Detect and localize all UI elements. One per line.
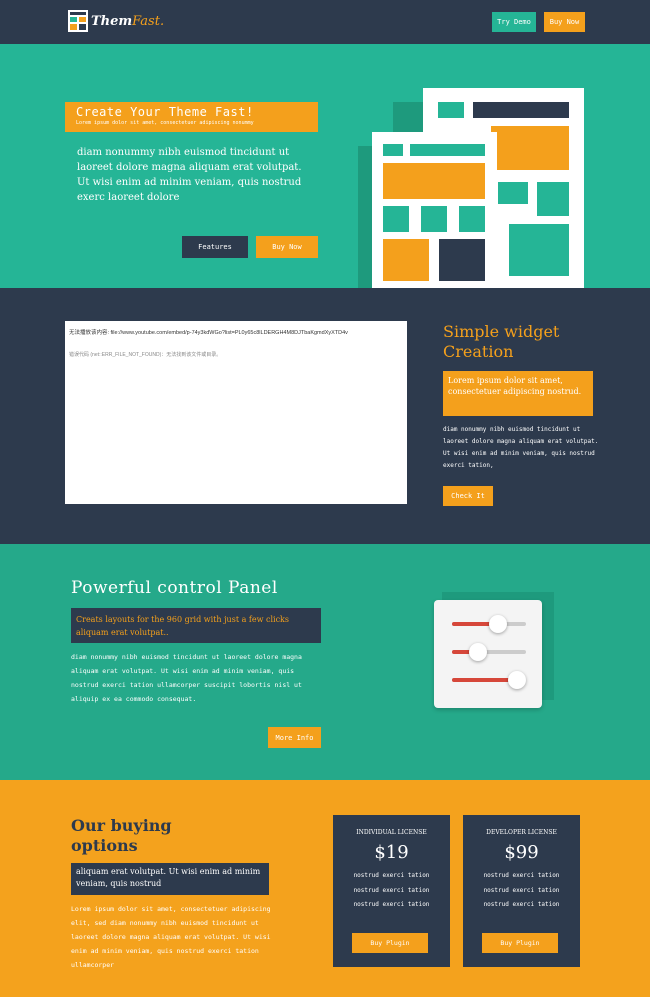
buying-description: Lorem ipsum dolor sit amet, consectetuer… — [71, 905, 271, 969]
card-feature: nostrud exerci tation — [483, 886, 560, 894]
widget-section: 无法播放该内容: file://www.youtube.com/embed/p-… — [0, 288, 650, 544]
individual-license-card: INDIVIDUAL LICENSE $19 nostrud exerci ta… — [333, 815, 450, 967]
card-feature: nostrud exerci tation — [353, 886, 430, 894]
buy-plugin-button[interactable]: Buy Plugin — [352, 933, 428, 953]
buying-title-line1: Our buying — [71, 816, 172, 835]
hero-title-banner: Create Your Theme Fast! Lorem ipsum dolo… — [65, 102, 318, 132]
panel-highlight: Creats layouts for the 960 grid with jus… — [71, 608, 321, 643]
slider-knob[interactable] — [508, 671, 527, 689]
top-nav: ThemFast. Try Demo Buy Now — [0, 0, 650, 44]
panel-title: Powerful control Panel — [71, 578, 278, 598]
slider-knob[interactable] — [468, 643, 487, 661]
developer-license-card: DEVELOPER LICENSE $99 nostrud exerci tat… — [463, 815, 580, 967]
slider-control[interactable] — [452, 643, 526, 661]
control-panel-section: Powerful control Panel Creats layouts fo… — [0, 544, 650, 780]
buying-highlight: aliquam erat volutpat. Ut wisi enim ad m… — [71, 863, 269, 895]
control-panel-illustration — [432, 592, 554, 712]
card-price: $19 — [374, 842, 409, 863]
hero-subtitle: Lorem ipsum dolor sit amet, consectetuer… — [76, 120, 254, 126]
panel-description: diam nonummy nibh euismod tincidunt ut l… — [71, 653, 302, 703]
hero-buy-now-button[interactable]: Buy Now — [256, 236, 318, 258]
slider-control[interactable] — [452, 615, 526, 633]
widget-highlight: Lorem ipsum dolor sit amet, consectetuer… — [443, 371, 593, 416]
buying-title-line2: options — [71, 836, 138, 855]
layout-illustration — [358, 88, 584, 290]
features-button[interactable]: Features — [182, 236, 248, 258]
more-info-button[interactable]: More Info — [268, 727, 321, 748]
hero-section: Create Your Theme Fast! Lorem ipsum dolo… — [0, 44, 650, 290]
card-feature: nostrud exerci tation — [353, 901, 430, 908]
video-error-code: 错误代码 (net::ERR_FILE_NOT_FOUND)：无法找到该文件或目… — [69, 352, 222, 358]
card-heading: INDIVIDUAL LICENSE — [356, 829, 427, 836]
brand-italic: Fast. — [132, 13, 165, 29]
widget-title: Simple widget Creation — [443, 322, 560, 361]
card-feature: nostrud exerci tation — [353, 872, 430, 879]
card-heading: DEVELOPER LICENSE — [486, 829, 557, 836]
buying-section: Our buying options aliquam erat volutpat… — [0, 780, 650, 997]
hero-title: Create Your Theme Fast! — [76, 105, 254, 119]
video-embed[interactable]: 无法播放该内容: file://www.youtube.com/embed/p-… — [65, 321, 407, 504]
brand-logo[interactable]: ThemFast. — [68, 10, 164, 32]
card-feature: nostrud exerci tation — [483, 901, 560, 908]
buying-title: Our buying options — [71, 816, 172, 856]
card-feature: nostrud exerci tation — [483, 872, 560, 879]
widget-description: diam nonummy nibh euismod tincidunt ut l… — [443, 426, 599, 469]
try-demo-button[interactable]: Try Demo — [492, 12, 536, 32]
nav-buy-now-button[interactable]: Buy Now — [544, 12, 585, 32]
check-it-button[interactable]: Check It — [443, 486, 493, 506]
brand-bold: Them — [91, 13, 133, 29]
logo-icon — [68, 10, 88, 32]
buy-plugin-button[interactable]: Buy Plugin — [482, 933, 558, 953]
slider-control[interactable] — [452, 671, 527, 689]
slider-knob[interactable] — [488, 615, 507, 633]
card-price: $99 — [504, 842, 539, 863]
video-error-message: 无法播放该内容: file://www.youtube.com/embed/p-… — [69, 330, 348, 336]
brand-name: ThemFast. — [91, 14, 164, 29]
hero-description: diam nonummy nibh euismod tincidunt ut l… — [77, 147, 302, 203]
